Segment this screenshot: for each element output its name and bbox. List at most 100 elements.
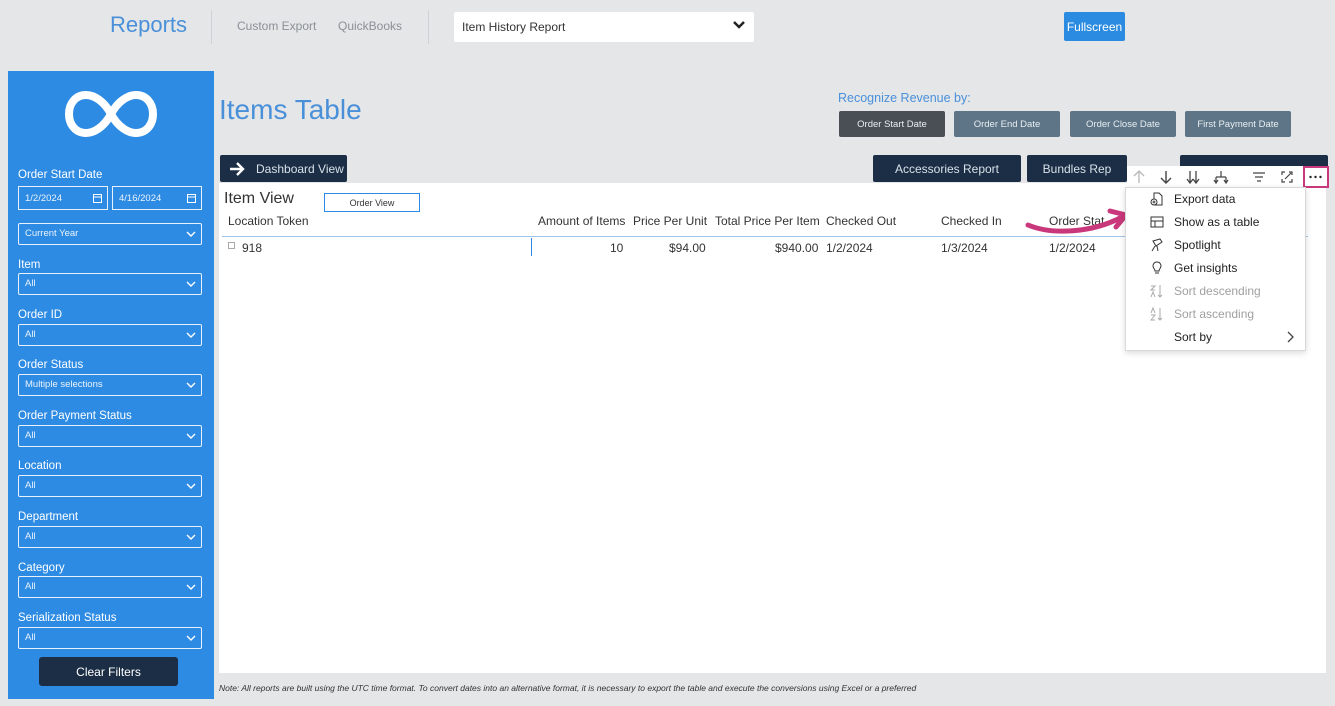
table-cell: $940.00 xyxy=(775,241,819,255)
department-filter-select[interactable]: All xyxy=(18,526,202,548)
order-start-date-label: Order Start Date xyxy=(18,169,103,181)
location-filter-select[interactable]: All xyxy=(18,475,202,497)
lightbulb-icon xyxy=(1152,261,1162,274)
menu-item-label: Spotlight xyxy=(1174,238,1221,252)
menu-item-sort-ascending: Sort ascending xyxy=(1126,303,1305,326)
serialization-status-filter-label: Serialization Status xyxy=(18,612,117,624)
menu-item-sort-by[interactable]: Sort by xyxy=(1126,326,1305,349)
period-value: Current Year xyxy=(25,228,79,239)
table-icon xyxy=(1150,216,1164,228)
bundles-report-button[interactable]: Bundles Rep xyxy=(1027,155,1127,182)
arrow-right-icon xyxy=(230,162,245,176)
dashboard-view-button[interactable]: Dashboard View xyxy=(220,155,347,182)
first-payment-date-button[interactable]: First Payment Date xyxy=(1185,111,1291,137)
focus-mode-icon[interactable] xyxy=(1279,169,1295,185)
column-header-amount[interactable]: Amount of Items xyxy=(538,214,625,228)
menu-item-sort-descending: Sort descending xyxy=(1126,280,1305,303)
expand-row-icon[interactable] xyxy=(228,242,235,249)
order-payment-status-filter-select[interactable]: All xyxy=(18,425,202,447)
order-end-date-button[interactable]: Order End Date xyxy=(954,111,1060,137)
serialization-status-filter-select[interactable]: All xyxy=(18,627,202,649)
recognize-revenue-label: Recognize Revenue by: xyxy=(838,91,971,105)
chevron-down-icon xyxy=(186,433,196,439)
expand-hierarchy-icon[interactable] xyxy=(1213,169,1229,185)
order-id-filter-value: All xyxy=(25,329,36,340)
table-cell: 918 xyxy=(242,241,263,255)
order-status-filter-value: Multiple selections xyxy=(25,379,103,390)
table-cell: 10 xyxy=(610,241,624,255)
utc-note: Note: All reports are built using the UT… xyxy=(219,683,917,693)
custom-export-link[interactable]: Custom Export xyxy=(237,19,316,33)
filter-icon[interactable] xyxy=(1251,169,1267,185)
chevron-down-icon xyxy=(186,281,196,287)
location-filter-label: Location xyxy=(18,460,62,472)
order-close-date-button[interactable]: Order Close Date xyxy=(1070,111,1176,137)
drill-up-icon[interactable] xyxy=(1131,169,1147,185)
calendar-icon[interactable] xyxy=(187,193,196,203)
chevron-down-icon xyxy=(186,483,196,489)
menu-item-get-insights[interactable]: Get insights xyxy=(1126,257,1305,280)
menu-item-label: Export data xyxy=(1174,192,1236,206)
department-filter-value: All xyxy=(25,531,36,542)
item-filter-select[interactable]: All xyxy=(18,273,202,295)
order-status-filter-select[interactable]: Multiple selections xyxy=(18,374,202,396)
column-header-price-per-unit[interactable]: Price Per Unit xyxy=(633,214,707,228)
department-filter-label: Department xyxy=(18,511,79,523)
sort-descending-icon xyxy=(1150,285,1163,298)
menu-item-label: Get insights xyxy=(1174,261,1238,275)
item-filter-label: Item xyxy=(18,259,41,271)
menu-item-label: Sort ascending xyxy=(1174,307,1255,321)
clear-filters-button[interactable]: Clear Filters xyxy=(39,657,178,686)
ellipsis-icon xyxy=(1309,175,1322,179)
order-view-button[interactable]: Order View xyxy=(324,193,420,212)
app-title: Reports xyxy=(110,12,188,37)
sort-ascending-icon xyxy=(1150,307,1163,321)
menu-item-show-as-table[interactable]: Show as a table xyxy=(1126,211,1305,234)
report-select-value: Item History Report xyxy=(462,20,566,34)
column-header-total-price[interactable]: Total Price Per Item xyxy=(715,214,820,228)
infinity-logo-icon xyxy=(64,90,158,138)
serialization-status-filter-value: All xyxy=(25,632,36,643)
report-select[interactable]: Item History Report xyxy=(454,12,754,42)
more-options-button[interactable] xyxy=(1303,166,1329,188)
accessories-report-button[interactable]: Accessories Report xyxy=(873,155,1021,182)
chevron-down-icon xyxy=(186,584,196,590)
category-filter-label: Category xyxy=(18,562,65,574)
export-icon xyxy=(1150,192,1163,206)
chevron-down-icon xyxy=(186,231,196,237)
drill-down-icon[interactable] xyxy=(1158,169,1174,185)
more-options-menu: Export data Show as a table Spotlight Ge… xyxy=(1125,187,1306,351)
column-header-checked-in[interactable]: Checked In xyxy=(941,214,1002,228)
category-filter-select[interactable]: All xyxy=(18,576,202,598)
category-filter-value: All xyxy=(25,581,36,592)
visual-header-toolbar xyxy=(1127,166,1329,188)
period-select[interactable]: Current Year xyxy=(18,223,202,245)
chevron-right-icon xyxy=(1287,331,1294,343)
chevron-down-icon xyxy=(186,332,196,338)
quickbooks-link[interactable]: QuickBooks xyxy=(338,19,402,33)
order-id-filter-label: Order ID xyxy=(18,309,63,321)
start-date-to-value: 4/16/2024 xyxy=(119,193,162,204)
table-title: Item View xyxy=(224,190,294,207)
order-id-filter-select[interactable]: All xyxy=(18,324,202,346)
chevron-down-icon xyxy=(733,21,745,29)
order-payment-status-filter-value: All xyxy=(25,430,36,441)
location-filter-value: All xyxy=(25,480,36,491)
next-level-icon[interactable] xyxy=(1185,169,1201,185)
menu-item-label: Show as a table xyxy=(1174,215,1260,229)
menu-item-label: Sort by xyxy=(1174,330,1213,344)
start-date-from-input[interactable]: 1/2/2024 xyxy=(18,186,108,210)
annotation-arrow-icon xyxy=(1025,208,1129,234)
item-filter-value: All xyxy=(25,278,36,289)
order-start-date-button[interactable]: Order Start Date xyxy=(839,111,945,137)
menu-item-export-data[interactable]: Export data xyxy=(1126,188,1305,211)
column-header-checked-out[interactable]: Checked Out xyxy=(826,214,896,228)
column-header-location-token[interactable]: Location Token xyxy=(228,214,309,228)
fullscreen-button[interactable]: Fullscreen xyxy=(1064,12,1125,41)
chevron-down-icon xyxy=(186,534,196,540)
table-cell: 1/2/2024 xyxy=(826,241,873,255)
calendar-icon[interactable] xyxy=(93,193,102,203)
chevron-down-icon xyxy=(186,635,196,641)
start-date-to-input[interactable]: 4/16/2024 xyxy=(112,186,202,210)
menu-item-spotlight[interactable]: Spotlight xyxy=(1126,234,1305,257)
